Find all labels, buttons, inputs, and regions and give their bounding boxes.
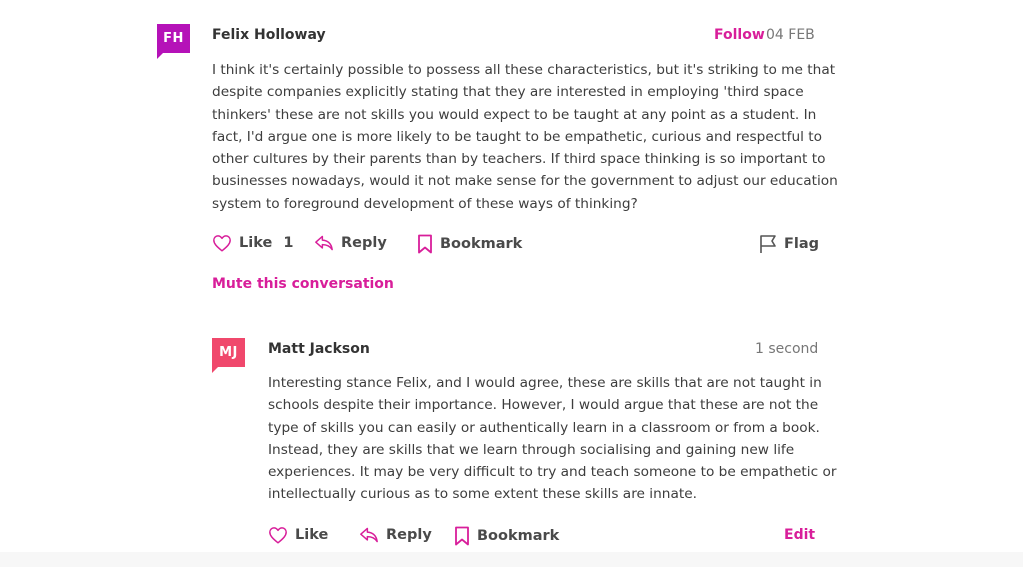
comment-line: type of skills you can easily or authent… — [268, 419, 820, 436]
reply-label: Reply — [386, 527, 432, 543]
comment-line: businesses nowadays, would it not make s… — [212, 173, 838, 190]
section-divider — [0, 552, 1023, 567]
flag-label: Flag — [784, 236, 820, 252]
comment-body: I think it's certainly possible to posse… — [212, 59, 838, 215]
comment-line: experiences. It may be very difficult to… — [268, 464, 837, 481]
reply-icon — [359, 526, 379, 544]
comment-line: Instead, they are skills that we learn t… — [268, 441, 795, 458]
avatar[interactable]: FH — [157, 24, 190, 59]
comment-line: system to foreground development of thes… — [212, 195, 638, 212]
flag-button[interactable]: Flag — [759, 234, 819, 254]
heart-icon — [268, 526, 288, 544]
comment-line: schools despite their importance. Howeve… — [268, 397, 819, 414]
like-button[interactable]: Like — [268, 526, 328, 544]
avatar[interactable]: MJ — [212, 338, 245, 373]
comment-date: 04 FEB — [766, 27, 815, 43]
comment-line: Interesting stance Felix, and I would ag… — [268, 375, 822, 391]
bookmark-button[interactable]: Bookmark — [417, 234, 522, 254]
bookmark-icon — [417, 234, 433, 254]
author-name[interactable]: Felix Holloway — [212, 27, 326, 43]
comment-line: other cultures by their parents than by … — [212, 151, 826, 168]
comment-line: despite companies explicitly stating tha… — [212, 84, 804, 101]
bookmark-button[interactable]: Bookmark — [454, 526, 559, 546]
comment-line: thinkers' these are not skills you would… — [212, 106, 817, 123]
author-name[interactable]: Matt Jackson — [268, 341, 370, 357]
bookmark-label: Bookmark — [477, 528, 560, 544]
flag-icon — [759, 234, 777, 254]
like-button[interactable]: Like 1 — [212, 234, 293, 252]
reply-label: Reply — [341, 235, 387, 251]
comment-body: Interesting stance Felix, and I would ag… — [268, 372, 836, 506]
edit-button[interactable]: Edit — [784, 527, 815, 543]
reply-button[interactable]: Reply — [314, 234, 387, 252]
bookmark-icon — [454, 526, 470, 546]
follow-button[interactable]: Follow — [714, 27, 765, 43]
bookmark-label: Bookmark — [440, 236, 523, 252]
comment-line: intellectually curious as to some extent… — [268, 486, 697, 503]
like-count: 1 — [283, 235, 294, 251]
mute-conversation-link[interactable]: Mute this conversation — [212, 276, 394, 292]
reply-icon — [314, 234, 334, 252]
heart-icon — [212, 234, 232, 252]
comment-time: 1 second — [755, 341, 819, 357]
like-label: Like — [295, 527, 329, 543]
like-label: Like — [239, 235, 273, 251]
comment-line: I think it's certainly possible to posse… — [212, 62, 836, 78]
comment-line: fact, I'd argue one is more likely to be… — [212, 128, 823, 145]
reply-button[interactable]: Reply — [359, 526, 432, 544]
